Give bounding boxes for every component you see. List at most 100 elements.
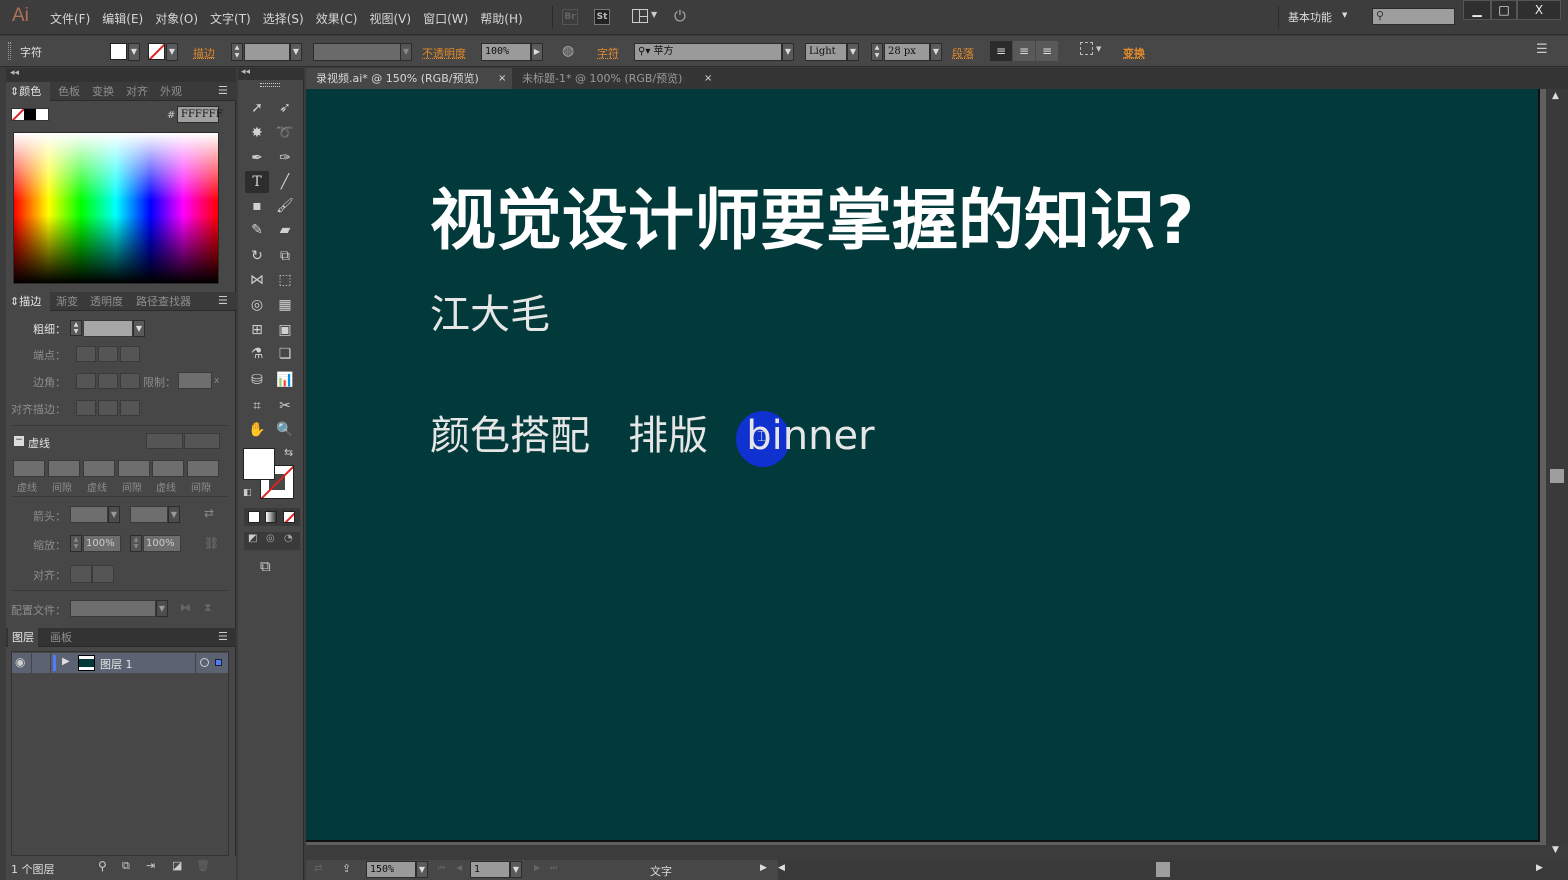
arrow-tip-at-end-button[interactable] bbox=[92, 565, 114, 583]
none-button[interactable] bbox=[283, 511, 295, 523]
gap-field[interactable] bbox=[48, 460, 80, 477]
tab-align[interactable]: 对齐 bbox=[122, 82, 152, 101]
font-size-dropdown[interactable]: ▼ bbox=[930, 43, 942, 61]
align-outside-stroke-button[interactable] bbox=[120, 400, 140, 416]
direct-selection-tool-icon[interactable]: ➶ bbox=[273, 97, 297, 119]
scroll-up-icon[interactable]: ▲ bbox=[1552, 91, 1559, 101]
blend-tool-icon[interactable]: ❏ bbox=[273, 343, 297, 365]
dash-field[interactable] bbox=[152, 460, 184, 477]
opacity-label[interactable]: 不透明度 bbox=[422, 45, 466, 61]
profile-dropdown[interactable]: ▼ bbox=[156, 600, 168, 617]
artboard-dropdown[interactable]: ▼ bbox=[510, 861, 522, 878]
draw-inside-icon[interactable]: ◔ bbox=[284, 533, 293, 544]
chevron-down-icon[interactable]: ▼ bbox=[1096, 45, 1101, 53]
gap-field[interactable] bbox=[118, 460, 150, 477]
font-style-field[interactable]: Light bbox=[805, 43, 847, 61]
chevron-down-icon[interactable]: ▼ bbox=[651, 10, 657, 19]
round-cap-button[interactable] bbox=[98, 346, 118, 362]
stroke-label[interactable]: 描边 bbox=[193, 45, 215, 61]
scroll-thumb[interactable] bbox=[1550, 469, 1564, 483]
collapse-icon[interactable]: ◂◂ bbox=[241, 67, 250, 77]
rotate-tool-icon[interactable]: ↻ bbox=[245, 245, 269, 267]
tab-artboards[interactable]: 画板 bbox=[46, 628, 76, 647]
mesh-tool-icon[interactable]: ⊞ bbox=[245, 319, 269, 341]
menu-effect[interactable]: 效果(C) bbox=[316, 10, 358, 27]
maximize-button[interactable]: □ bbox=[1491, 0, 1517, 20]
menu-window[interactable]: 窗口(W) bbox=[423, 10, 468, 27]
layer-name[interactable]: 图层 1 bbox=[100, 656, 133, 672]
locate-object-icon[interactable]: ⚲ bbox=[98, 859, 107, 873]
transform-label[interactable]: 变换 bbox=[1123, 45, 1145, 61]
zoom-level-field[interactable]: 150% bbox=[366, 861, 416, 878]
collapse-icon[interactable]: ◂◂ bbox=[10, 68, 19, 78]
zoom-tool-icon[interactable]: 🔍 bbox=[273, 419, 297, 441]
end-scale-stepper[interactable]: ▲ ▼ bbox=[130, 535, 142, 552]
zoom-dropdown[interactable]: ▼ bbox=[416, 861, 428, 878]
fill-color-box[interactable] bbox=[243, 448, 275, 480]
character-label[interactable]: 字符 bbox=[597, 45, 619, 61]
slice-tool-icon[interactable]: ✂ bbox=[273, 395, 297, 417]
bridge-icon[interactable]: Br bbox=[562, 9, 578, 25]
tab-color[interactable]: ⇕颜色 bbox=[6, 82, 50, 101]
swap-fill-stroke-icon[interactable]: ⇆ bbox=[284, 446, 293, 459]
topics-text[interactable]: 颜色搭配 排版 binner bbox=[430, 403, 875, 461]
swap-arrowheads-icon[interactable]: ⇄ bbox=[204, 506, 214, 520]
stroke-dropdown[interactable]: ▼ bbox=[166, 43, 178, 61]
color-spectrum[interactable] bbox=[13, 132, 219, 284]
limit-field[interactable] bbox=[178, 372, 212, 389]
workspace-switcher[interactable]: 基本功能 bbox=[1288, 9, 1332, 25]
visibility-eye-icon[interactable]: ◉ bbox=[15, 655, 25, 669]
link-scale-icon[interactable]: ⛓ bbox=[204, 536, 219, 550]
next-artboard-icon[interactable]: ▶ bbox=[534, 863, 540, 872]
menu-edit[interactable]: 编辑(E) bbox=[102, 10, 143, 27]
scroll-thumb[interactable] bbox=[1156, 862, 1170, 877]
width-tool-icon[interactable]: ⋈ bbox=[245, 269, 269, 291]
tab-stroke[interactable]: ⇕描边 bbox=[6, 292, 50, 311]
stroke-weight-stepper[interactable]: ▲ ▼ bbox=[231, 43, 243, 61]
font-size-stepper[interactable]: ▲ ▼ bbox=[871, 43, 883, 61]
opacity-arrow[interactable]: ▶ bbox=[531, 43, 543, 61]
menu-type[interactable]: 文字(T) bbox=[210, 10, 251, 27]
dash-field[interactable] bbox=[83, 460, 115, 477]
chevron-down-icon[interactable]: ▼ bbox=[1342, 11, 1347, 19]
lasso-tool-icon[interactable]: ➰ bbox=[273, 122, 297, 144]
menu-help[interactable]: 帮助(H) bbox=[480, 10, 522, 27]
free-transform-tool-icon[interactable]: ⬚ bbox=[273, 269, 297, 291]
paragraph-label[interactable]: 段落 bbox=[952, 45, 974, 61]
end-arrowhead-field[interactable] bbox=[130, 506, 168, 523]
panel-menu-icon[interactable]: ☰ bbox=[218, 630, 228, 643]
sync-settings-icon[interactable]: ⏻ bbox=[674, 7, 686, 25]
magic-wand-tool-icon[interactable]: ✸ bbox=[245, 122, 269, 144]
arrange-documents-icon[interactable] bbox=[632, 9, 648, 23]
align-to-selection-icon[interactable] bbox=[1080, 42, 1093, 55]
align-center-button[interactable]: ≡ bbox=[1013, 41, 1035, 61]
round-join-button[interactable] bbox=[98, 373, 118, 389]
first-artboard-icon[interactable]: ⏮ bbox=[438, 863, 445, 873]
pen-tool-icon[interactable]: ✒ bbox=[245, 147, 269, 169]
menu-view[interactable]: 视图(V) bbox=[369, 10, 411, 27]
shape-builder-tool-icon[interactable]: ◎ bbox=[245, 294, 269, 316]
prev-artboard-icon[interactable]: ◀ bbox=[456, 863, 462, 872]
font-size-field[interactable]: 28 px bbox=[884, 43, 930, 61]
weight-stepper[interactable]: ▲ ▼ bbox=[70, 320, 82, 336]
scroll-down-icon[interactable]: ▼ bbox=[1552, 845, 1559, 855]
drag-handle[interactable] bbox=[260, 83, 280, 87]
black-swatch[interactable] bbox=[24, 109, 36, 120]
drag-handle[interactable] bbox=[8, 42, 11, 60]
arrow-tip-beyond-button[interactable] bbox=[70, 565, 92, 583]
none-swatch[interactable] bbox=[12, 109, 24, 120]
hand-tool-icon[interactable]: ✋ bbox=[245, 419, 269, 441]
profile-dropdown[interactable]: ▼ bbox=[400, 43, 412, 61]
font-family-field[interactable]: ⚲▾ 苹方 bbox=[634, 43, 782, 61]
document-tab[interactable]: 录视频.ai* @ 150% (RGB/预览) × bbox=[306, 68, 512, 89]
menu-object[interactable]: 对象(O) bbox=[155, 10, 198, 27]
fill-swatch[interactable] bbox=[110, 43, 127, 60]
tab-swatches[interactable]: 色板 bbox=[54, 82, 84, 101]
paintbrush-tool-icon[interactable]: 🖌 bbox=[273, 195, 297, 217]
type-tool-icon[interactable]: T bbox=[245, 171, 269, 193]
stroke-weight-field[interactable] bbox=[244, 43, 290, 61]
status-menu-arrow-icon[interactable]: ▶ bbox=[760, 863, 767, 873]
curvature-tool-icon[interactable]: ✑ bbox=[273, 147, 297, 169]
preserve-dashes-button[interactable] bbox=[146, 433, 183, 449]
perspective-grid-tool-icon[interactable]: ▦ bbox=[273, 294, 297, 316]
